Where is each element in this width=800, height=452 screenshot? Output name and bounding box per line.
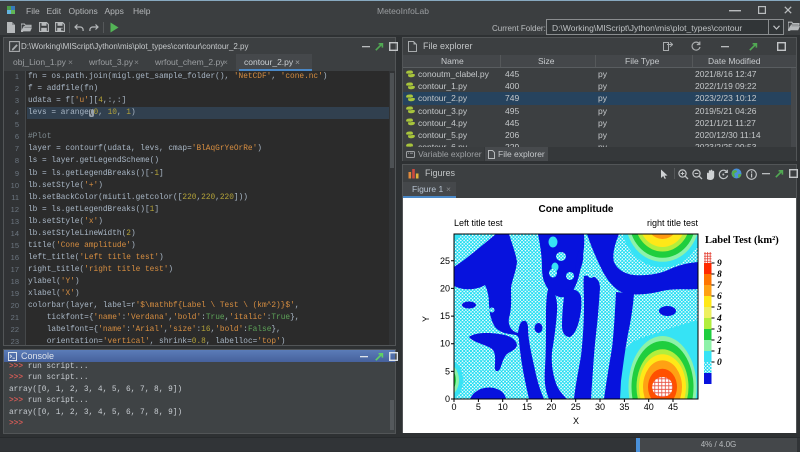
svg-text:Cone amplitude: Cone amplitude (538, 204, 613, 215)
svg-text:10: 10 (498, 402, 508, 412)
svg-text:5: 5 (476, 402, 481, 412)
svg-text:0: 0 (717, 358, 722, 368)
svg-text:3: 3 (716, 325, 722, 335)
svg-text:5: 5 (445, 366, 450, 376)
svg-text:30: 30 (595, 402, 605, 412)
svg-text:0: 0 (451, 402, 456, 412)
svg-text:Y: Y (421, 316, 431, 322)
svg-text:4: 4 (716, 314, 722, 324)
svg-text:15: 15 (440, 311, 450, 321)
svg-text:2: 2 (716, 336, 722, 346)
svg-text:35: 35 (619, 402, 629, 412)
svg-text:0: 0 (445, 394, 450, 404)
svg-text:8: 8 (717, 270, 722, 280)
svg-text:1: 1 (717, 347, 722, 357)
svg-text:X: X (573, 416, 579, 426)
svg-text:Label Test (km²): Label Test (km²) (705, 235, 779, 246)
svg-text:25: 25 (571, 402, 581, 412)
svg-text:10: 10 (440, 339, 450, 349)
svg-text:15: 15 (522, 402, 532, 412)
svg-text:20: 20 (440, 283, 450, 293)
svg-text:7: 7 (717, 281, 723, 291)
svg-text:25: 25 (440, 256, 450, 266)
svg-text:20: 20 (546, 402, 556, 412)
svg-text:45: 45 (668, 402, 678, 412)
svg-text:5: 5 (717, 303, 722, 313)
svg-text:Left title test: Left title test (454, 218, 503, 228)
svg-text:6: 6 (717, 292, 722, 302)
svg-text:40: 40 (644, 402, 654, 412)
svg-text:right title test: right title test (647, 218, 699, 228)
svg-text:9: 9 (717, 259, 722, 269)
